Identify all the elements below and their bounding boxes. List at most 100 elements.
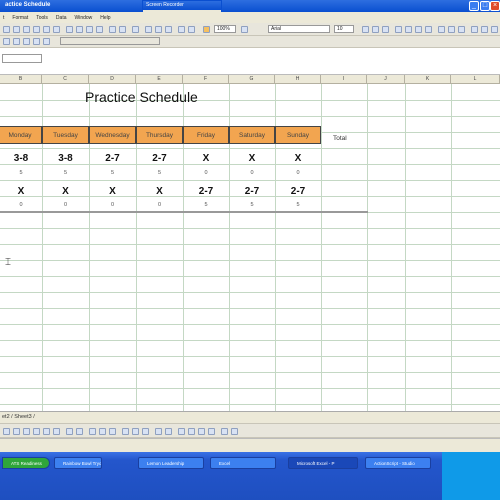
fill-icon[interactable]: [89, 428, 96, 435]
spelling-icon[interactable]: [53, 26, 60, 33]
column-header[interactable]: D: [89, 75, 136, 84]
column-header[interactable]: K: [405, 75, 451, 84]
print-icon[interactable]: [33, 26, 40, 33]
cell-value[interactable]: 2-7: [183, 186, 229, 197]
close-button[interactable]: ×: [490, 1, 500, 11]
track-changes-icon[interactable]: [43, 38, 50, 45]
sheet-title[interactable]: Practice Schedule: [85, 89, 225, 105]
cell-value[interactable]: X: [275, 153, 321, 164]
column-header[interactable]: G: [229, 75, 275, 84]
column-header[interactable]: H: [275, 75, 321, 84]
column-header[interactable]: I: [321, 75, 367, 84]
redo-icon[interactable]: [119, 26, 126, 33]
cell-value[interactable]: 2-7: [136, 153, 183, 164]
rotate-icon[interactable]: [221, 428, 228, 435]
cell-hours[interactable]: 0: [136, 202, 183, 208]
group-icon[interactable]: [208, 428, 215, 435]
shadow-icon[interactable]: [155, 428, 162, 435]
cell-value[interactable]: 2-7: [229, 186, 275, 197]
show-comment-icon[interactable]: [33, 38, 40, 45]
cell-hours[interactable]: 0: [229, 170, 275, 176]
cell-hours[interactable]: 5: [275, 202, 321, 208]
day-header-tuesday[interactable]: Tuesday: [42, 126, 89, 144]
column-header[interactable]: L: [451, 75, 500, 84]
order-icon[interactable]: [231, 428, 238, 435]
cell-hours[interactable]: 0: [183, 170, 229, 176]
cell-value[interactable]: X: [136, 186, 183, 197]
reply-icon[interactable]: [3, 38, 10, 45]
undo-icon[interactable]: [109, 26, 116, 33]
autosum-icon[interactable]: [145, 26, 152, 33]
cell-hours[interactable]: 5: [183, 202, 229, 208]
italic-icon[interactable]: [372, 26, 379, 33]
open-icon[interactable]: [13, 26, 20, 33]
name-box[interactable]: [2, 54, 42, 63]
menu-item-tools[interactable]: Tools: [36, 15, 48, 21]
review-icon[interactable]: [13, 38, 20, 45]
cell-hours[interactable]: 5: [136, 170, 183, 176]
column-header[interactable]: B: [0, 75, 42, 84]
align-icon[interactable]: [198, 428, 205, 435]
taskbar-item[interactable]: ActionScript - Studio: [365, 457, 431, 469]
cell-value[interactable]: X: [229, 153, 275, 164]
taskbar-item[interactable]: ATS Readiness: [2, 457, 50, 469]
column-header[interactable]: F: [183, 75, 229, 84]
preview-icon[interactable]: [43, 26, 50, 33]
sort-desc-icon[interactable]: [165, 26, 172, 33]
total-label[interactable]: Total: [333, 135, 347, 142]
menu-item-data[interactable]: Data: [56, 15, 67, 21]
line-icon[interactable]: [3, 428, 10, 435]
currency-icon[interactable]: [438, 26, 445, 33]
taskbar-item[interactable]: Microsoft Excel - P: [288, 457, 358, 469]
day-header-monday[interactable]: Monday: [0, 126, 42, 144]
cell-value[interactable]: 3-8: [0, 153, 42, 164]
cell-value[interactable]: X: [0, 186, 42, 197]
day-header-friday[interactable]: Friday: [183, 126, 229, 144]
cell-value[interactable]: X: [42, 186, 89, 197]
arrow-icon[interactable]: [13, 428, 20, 435]
cell-value[interactable]: 3-8: [42, 153, 89, 164]
hyperlink-icon[interactable]: [132, 26, 139, 33]
day-header-thursday[interactable]: Thursday: [136, 126, 183, 144]
sort-asc-icon[interactable]: [155, 26, 162, 33]
worksheet-grid[interactable]: B C D E F G H I J K L Practice Schedule …: [0, 75, 500, 411]
menu-item-format[interactable]: Format: [12, 15, 28, 21]
maximize-button[interactable]: □: [480, 1, 490, 11]
line-color-icon[interactable]: [99, 428, 106, 435]
chart-wizard-icon[interactable]: [178, 26, 185, 33]
diagram-icon[interactable]: [188, 428, 195, 435]
font-color-icon[interactable]: [109, 428, 116, 435]
paste-icon[interactable]: [86, 26, 93, 33]
new-icon[interactable]: [3, 26, 10, 33]
rectangle-icon[interactable]: [23, 428, 30, 435]
percent-icon[interactable]: [448, 26, 455, 33]
reply-with-changes-field[interactable]: [60, 37, 160, 45]
chart-icon[interactable]: [178, 428, 185, 435]
fill-color-icon[interactable]: [491, 26, 498, 33]
align-center-icon[interactable]: [405, 26, 412, 33]
cell-hours[interactable]: 5: [229, 202, 275, 208]
picture-icon[interactable]: [76, 428, 83, 435]
cell-hours[interactable]: 0: [89, 202, 136, 208]
align-left-icon[interactable]: [395, 26, 402, 33]
taskbar-item[interactable]: Lemon Leadership: [138, 457, 204, 469]
line-style-icon[interactable]: [122, 428, 129, 435]
wordart-icon[interactable]: [53, 428, 60, 435]
system-tray[interactable]: [442, 452, 500, 500]
cell-value[interactable]: X: [89, 186, 136, 197]
cell-value[interactable]: 2-7: [275, 186, 321, 197]
arrow-style-icon[interactable]: [142, 428, 149, 435]
day-header-saturday[interactable]: Saturday: [229, 126, 275, 144]
day-header-wednesday[interactable]: Wednesday: [89, 126, 136, 144]
cell-hours[interactable]: 5: [42, 170, 89, 176]
save-icon[interactable]: [23, 26, 30, 33]
help-icon[interactable]: [241, 26, 248, 33]
dash-style-icon[interactable]: [132, 428, 139, 435]
minimize-button[interactable]: _: [469, 1, 479, 11]
cell-hours[interactable]: 5: [89, 170, 136, 176]
taskbar-item[interactable]: Excel: [210, 457, 276, 469]
column-header[interactable]: E: [136, 75, 183, 84]
menu-item-insert[interactable]: t: [3, 15, 4, 21]
3d-icon[interactable]: [165, 428, 172, 435]
copy-icon[interactable]: [76, 26, 83, 33]
